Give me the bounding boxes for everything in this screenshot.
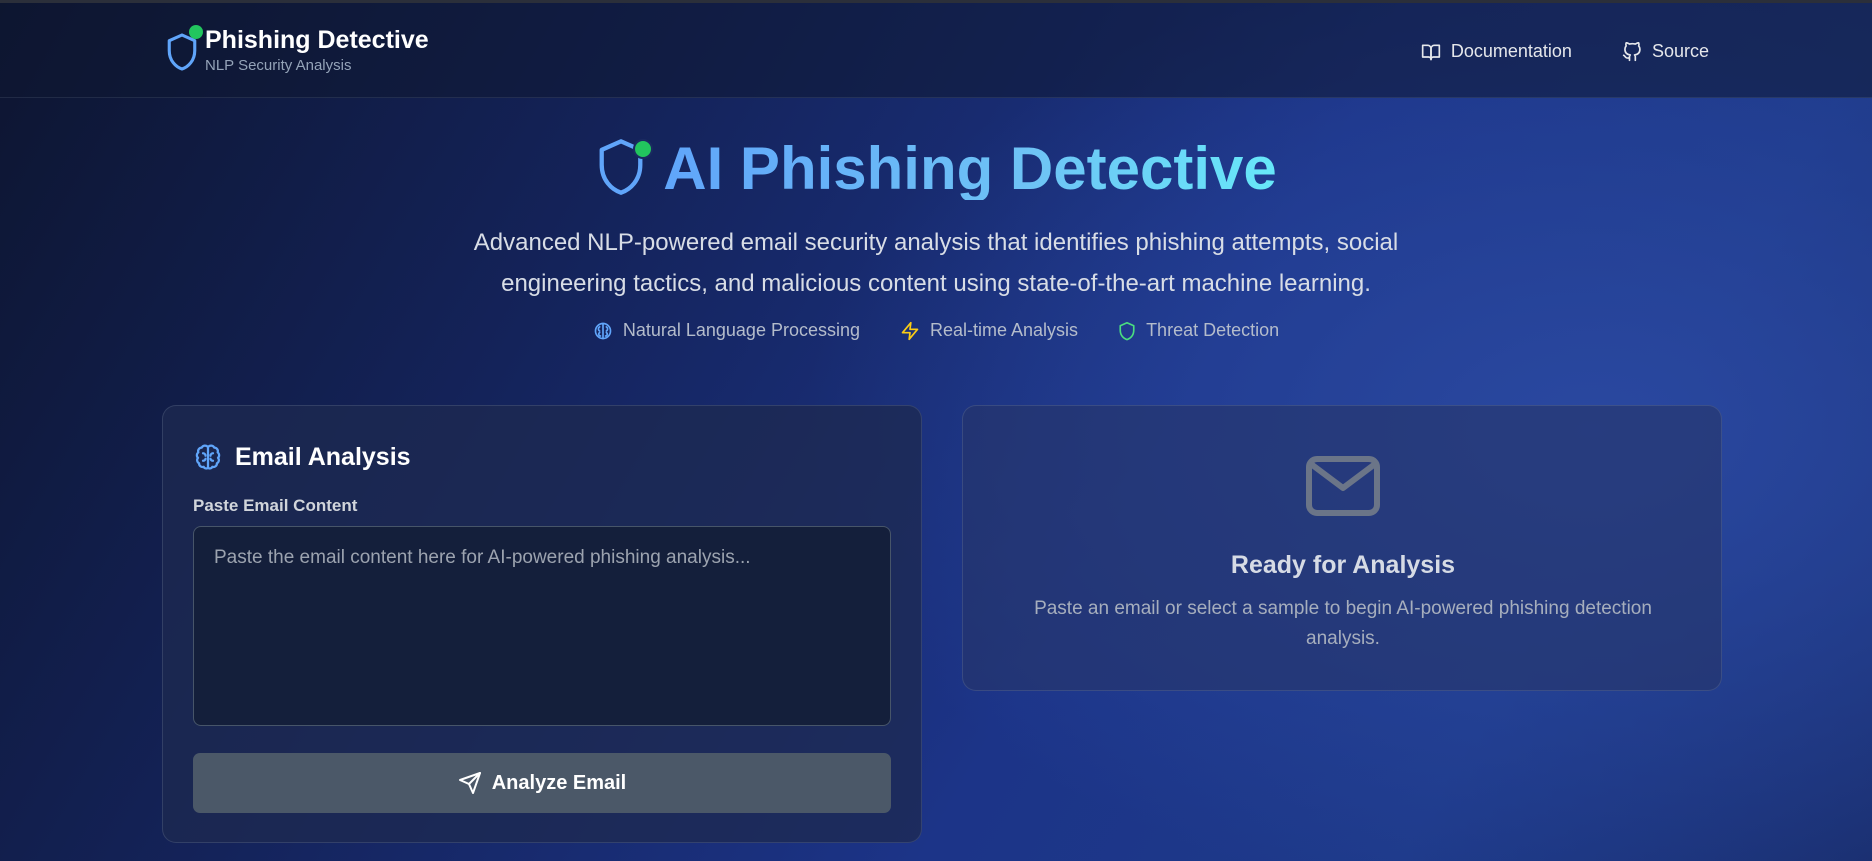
feature-nlp: Natural Language Processing	[593, 320, 860, 341]
book-icon	[1421, 44, 1441, 60]
analyze-email-label: Analyze Email	[491, 771, 627, 794]
email-analysis-title: Email Analysis	[235, 442, 411, 471]
nav-source-label: Source	[1651, 41, 1709, 61]
status-dot	[633, 139, 654, 159]
status-dot	[189, 25, 203, 39]
email-content-label: Paste Email Content	[193, 496, 358, 515]
ready-description: Paste an email or select a sample to beg…	[1034, 598, 1652, 649]
nav-source-link[interactable]: Source	[1622, 41, 1709, 62]
nav-documentation-label: Documentation	[1450, 41, 1572, 61]
feature-list: Natural Language Processing Real-time An…	[0, 320, 1872, 341]
feature-realtime-label: Real-time Analysis	[930, 320, 1079, 340]
analyze-email-button[interactable]: Analyze Email	[193, 753, 891, 813]
email-content-input[interactable]	[193, 526, 891, 726]
feature-threat: Threat Detection	[1118, 320, 1279, 341]
brain-icon	[195, 444, 221, 470]
zap-icon	[901, 321, 919, 340]
hero-section: AI Phishing Detective Advanced NLP-power…	[0, 132, 1872, 341]
ready-title: Ready for Analysis	[1230, 551, 1456, 579]
top-header: Phishing Detective NLP Security Analysis…	[0, 3, 1872, 98]
feature-threat-label: Threat Detection	[1146, 320, 1280, 340]
brand[interactable]: Phishing Detective NLP Security Analysis	[165, 25, 429, 74]
send-icon	[458, 772, 481, 794]
brand-title: Phishing Detective	[205, 26, 429, 54]
mail-icon	[1305, 454, 1381, 523]
hero-description: Advanced NLP-powered email security anal…	[473, 229, 1399, 297]
brain-icon	[594, 322, 612, 339]
github-icon	[1622, 41, 1641, 61]
page-title: AI Phishing Detective	[663, 135, 1277, 200]
hero-shield-icon	[595, 137, 654, 197]
shield-icon	[1119, 321, 1135, 340]
email-analysis-card: Email Analysis Paste Email Content Analy…	[162, 405, 922, 843]
top-nav: Documentation Source	[1371, 41, 1709, 62]
shield-logo-icon	[165, 25, 203, 73]
feature-realtime: Real-time Analysis	[900, 320, 1078, 341]
result-card: Ready for Analysis Paste an email or sel…	[962, 405, 1722, 691]
nav-documentation-link[interactable]: Documentation	[1421, 41, 1572, 62]
feature-nlp-label: Natural Language Processing	[622, 320, 860, 340]
brand-subtitle: NLP Security Analysis	[205, 57, 352, 74]
